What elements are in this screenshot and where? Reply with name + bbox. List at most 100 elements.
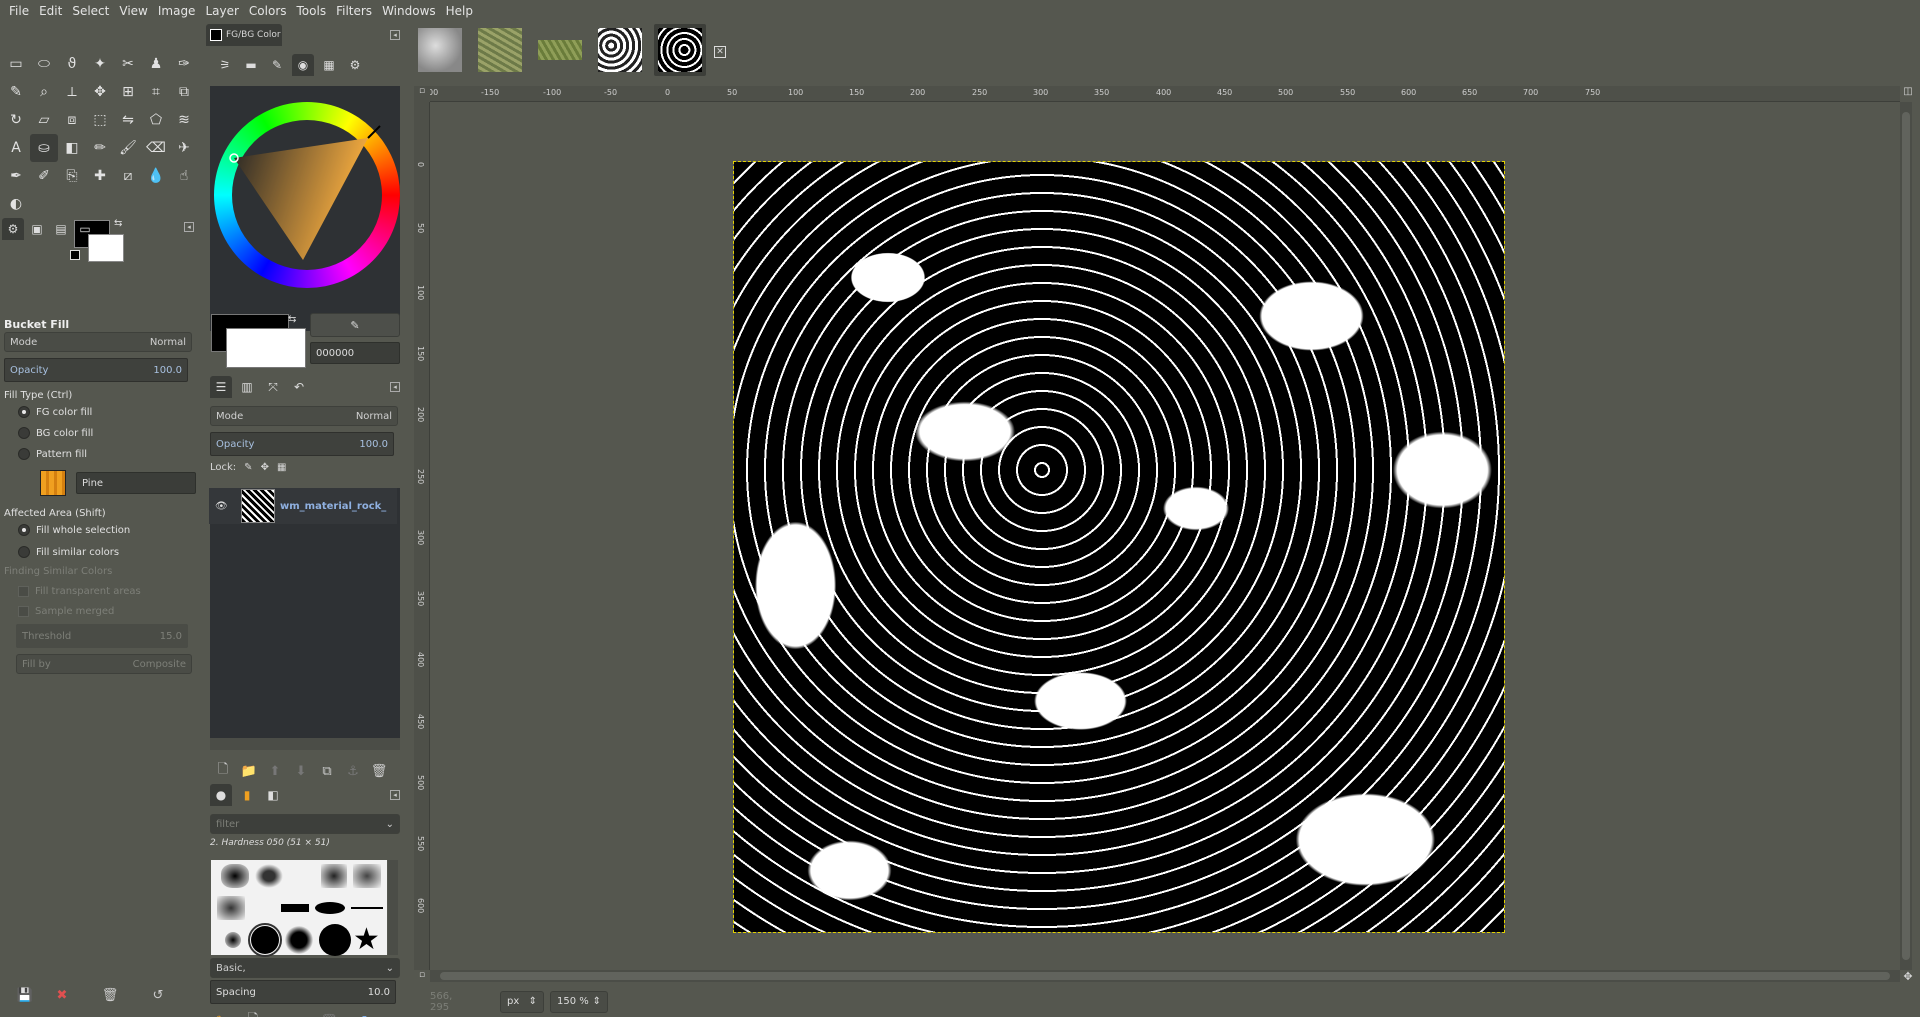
fill-by-combo[interactable]: Fill by Composite: [16, 654, 192, 674]
align-tool-icon[interactable]: ⊞: [114, 78, 142, 106]
reset-options-icon[interactable]: ↺: [134, 988, 182, 1003]
channels-tab-icon[interactable]: ▥: [236, 376, 258, 398]
scissors-select-tool-icon[interactable]: ✂: [114, 50, 142, 78]
gimp-selector-icon[interactable]: ⚞: [214, 54, 236, 76]
edit-brush-icon[interactable]: ✎: [208, 1014, 234, 1017]
brush-grid-scrollbar[interactable]: [388, 860, 398, 955]
undo-tab-icon[interactable]: ↶: [288, 376, 310, 398]
bucket-fill-tool-icon[interactable]: ⛀: [30, 134, 58, 162]
image-tab-3[interactable]: [534, 24, 586, 76]
zoom-combo[interactable]: 150 % ⇕: [550, 990, 608, 1013]
vertical-ruler[interactable]: 0 50 100 150 200 250 300 350 400 450 500 550 600: [414, 102, 430, 970]
menu-layer[interactable]: Layer: [200, 0, 243, 22]
brushes-tab-icon[interactable]: ●: [210, 784, 232, 806]
brush-filter-combo[interactable]: filter ⌄: [210, 814, 400, 834]
image-canvas[interactable]: [733, 161, 1505, 933]
save-options-icon[interactable]: 💾: [12, 988, 38, 1003]
brush-item[interactable]: [255, 864, 283, 888]
menu-edit[interactable]: Edit: [34, 0, 67, 22]
image-tab-5[interactable]: [654, 24, 706, 76]
dodge-burn-tool-icon[interactable]: ◐: [2, 190, 30, 218]
brush-grid[interactable]: ★: [211, 860, 387, 957]
duplicate-layer-icon[interactable]: ⧉: [314, 764, 340, 779]
bg-color-large[interactable]: [226, 328, 306, 368]
menu-file[interactable]: File: [4, 0, 34, 22]
patterns-tab-icon[interactable]: ▮: [236, 784, 258, 806]
dock-menu-icon[interactable]: ◂: [390, 30, 400, 40]
lock-pixels-icon[interactable]: ✎: [244, 462, 252, 473]
paths-tool-icon[interactable]: ✑: [170, 50, 198, 78]
mode-combo[interactable]: Mode Normal: [4, 332, 192, 352]
brush-tag-combo[interactable]: Basic, ⌄: [210, 958, 400, 978]
zoom-on-resize-icon[interactable]: ◫: [1900, 86, 1916, 102]
heal-tool-icon[interactable]: ✚: [86, 162, 114, 190]
menu-tools[interactable]: Tools: [292, 0, 332, 22]
watercolor-selector-icon[interactable]: ✎: [266, 54, 288, 76]
brush-item[interactable]: [353, 864, 381, 888]
dock-menu-icon[interactable]: ◂: [390, 790, 400, 800]
images-tab-icon[interactable]: ▭: [74, 218, 96, 240]
radio-fill-whole-selection[interactable]: Fill whole selection: [18, 524, 130, 536]
hex-entry[interactable]: 000000: [310, 342, 400, 364]
refresh-brushes-icon[interactable]: ↻: [348, 1014, 386, 1017]
clone-tool-icon[interactable]: ⎘: [58, 162, 86, 190]
close-image-icon[interactable]: ✕: [714, 46, 726, 58]
ink-tool-icon[interactable]: ✒: [2, 162, 30, 190]
3d-transform-tool-icon[interactable]: ⬚: [86, 106, 114, 134]
brush-item[interactable]: [319, 924, 351, 956]
brush-spacing-spinner[interactable]: Spacing 10.0: [210, 980, 396, 1004]
ellipse-select-tool-icon[interactable]: ⬭: [30, 50, 58, 78]
mypaint-brush-tool-icon[interactable]: ✐: [30, 162, 58, 190]
menu-colors[interactable]: Colors: [244, 0, 292, 22]
lock-alpha-icon[interactable]: ▦: [277, 462, 286, 473]
text-tool-icon[interactable]: A: [2, 134, 30, 162]
cage-tool-icon[interactable]: ⬠: [142, 106, 170, 134]
measure-tool-icon[interactable]: ⟂: [58, 78, 86, 106]
fuzzy-select-tool-icon[interactable]: ✦: [86, 50, 114, 78]
navigate-icon[interactable]: ✥: [1900, 970, 1916, 986]
menu-image[interactable]: Image: [153, 0, 201, 22]
undo-history-tab-icon[interactable]: ▤: [50, 218, 72, 240]
sample-merged-checkbox[interactable]: Sample merged: [18, 606, 114, 617]
device-status-tab-icon[interactable]: ▣: [26, 218, 48, 240]
swap-colors-icon[interactable]: ⇆: [114, 218, 122, 229]
dock-menu-icon[interactable]: ◂: [390, 382, 400, 392]
pencil-tool-icon[interactable]: ✏: [86, 134, 114, 162]
brush-item[interactable]: [285, 926, 313, 954]
brush-item[interactable]: [281, 904, 309, 912]
fgbg-tab[interactable]: FG/BG Color: [206, 24, 282, 46]
anchor-layer-icon[interactable]: ⚓: [340, 764, 366, 779]
layer-mode-combo[interactable]: Mode Normal: [210, 406, 398, 426]
duplicate-brush-icon[interactable]: ⧉: [272, 1014, 310, 1017]
rotate-tool-icon[interactable]: ↻: [2, 106, 30, 134]
lock-position-icon[interactable]: ✥: [261, 462, 269, 473]
scroll-thumb[interactable]: [440, 972, 1890, 980]
palette-selector-icon[interactable]: ▦: [318, 54, 340, 76]
brush-item[interactable]: [221, 864, 249, 888]
image-tab-4[interactable]: [594, 24, 646, 76]
reset-colors-icon[interactable]: [70, 250, 80, 260]
perspective-tool-icon[interactable]: ⧈: [58, 106, 86, 134]
wheel-selector-icon[interactable]: ◉: [292, 54, 314, 76]
flip-tool-icon[interactable]: ⇋: [114, 106, 142, 134]
new-brush-icon[interactable]: 🗋: [234, 1010, 272, 1017]
horizontal-ruler[interactable]: -200-150-100-500501001502002503003504004…: [414, 86, 1900, 102]
unit-combo[interactable]: px ⇕: [500, 990, 544, 1013]
gradients-tab-icon[interactable]: ◧: [262, 784, 284, 806]
eraser-tool-icon[interactable]: ⌫: [142, 134, 170, 162]
brush-item[interactable]: [321, 864, 347, 888]
brush-item[interactable]: [225, 932, 241, 948]
new-layer-group-icon[interactable]: 📁: [236, 764, 262, 779]
color-triangle[interactable]: [214, 102, 400, 288]
zoom-tool-icon[interactable]: ⌕: [30, 78, 58, 106]
pattern-swatch[interactable]: [40, 470, 66, 496]
airbrush-tool-icon[interactable]: ✈: [170, 134, 198, 162]
gradient-tool-icon[interactable]: ◧: [58, 134, 86, 162]
shear-tool-icon[interactable]: ▱: [30, 106, 58, 134]
perspective-clone-tool-icon[interactable]: ⧄: [114, 162, 142, 190]
restore-options-icon[interactable]: ✖: [38, 988, 86, 1003]
scroll-thumb[interactable]: [1902, 112, 1910, 960]
color-picker-tool-icon[interactable]: ✎: [2, 78, 30, 106]
layers-tab-icon[interactable]: ☰: [210, 376, 232, 398]
radio-fill-similar-colors[interactable]: Fill similar colors: [18, 546, 119, 558]
